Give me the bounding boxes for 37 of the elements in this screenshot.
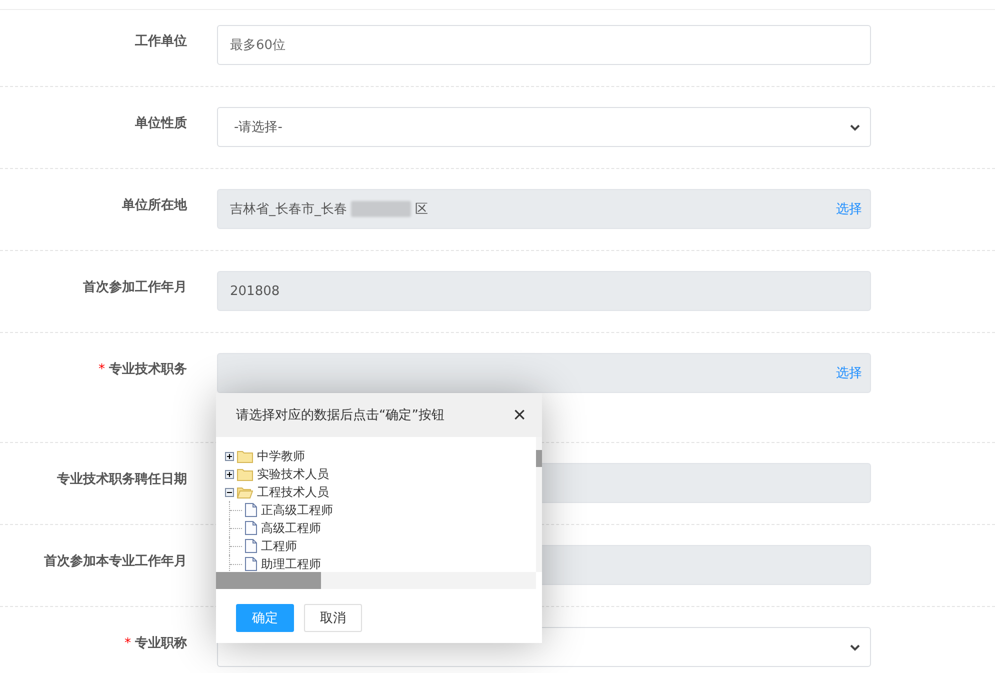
- folder-icon: [237, 486, 253, 498]
- required-mark: *: [98, 362, 105, 376]
- tree-item[interactable]: 工程师: [260, 538, 297, 554]
- readonly-field: 201808: [217, 271, 871, 311]
- tree-item[interactable]: 中学教师: [256, 448, 305, 464]
- required-mark: *: [124, 636, 131, 650]
- scrollbar[interactable]: [536, 437, 542, 572]
- field-label: 工作单位: [135, 33, 187, 50]
- field-label: 首次参加本专业工作年月: [44, 553, 187, 570]
- location-field[interactable]: 吉林省_长春市_长春 区 选择: [217, 189, 871, 229]
- field-label: 首次参加工作年月: [83, 279, 187, 296]
- collapse-icon[interactable]: [225, 488, 234, 496]
- field-label: 专业技术职务聘任日期: [57, 471, 187, 488]
- tree-item[interactable]: 助理工程师: [260, 556, 321, 572]
- field-label: 专业职称: [135, 635, 187, 652]
- chevron-icon: [850, 124, 860, 130]
- cancel-button[interactable]: 取消: [304, 604, 362, 632]
- tree-item[interactable]: 工程技术人员: [256, 484, 329, 500]
- field-label: 单位性质: [135, 115, 187, 132]
- file-icon: [245, 557, 257, 571]
- close-button[interactable]: ×: [511, 404, 528, 426]
- tree-item[interactable]: 高级工程师: [260, 520, 321, 536]
- tree-item[interactable]: 实验技术人员: [256, 466, 329, 482]
- expand-icon[interactable]: [225, 452, 234, 460]
- scrollbar[interactable]: [216, 572, 536, 589]
- tree-item[interactable]: 正高级工程师: [260, 502, 333, 518]
- file-icon: [245, 539, 257, 553]
- file-icon: [245, 521, 257, 535]
- field-label: 单位所在地: [122, 197, 187, 214]
- chevron-icon: [850, 644, 860, 650]
- input-field[interactable]: 最多60位: [217, 25, 871, 65]
- file-icon: [245, 503, 257, 517]
- dialog-title: 请选择对应的数据后点击“确定”按钮: [236, 407, 444, 424]
- select-field[interactable]: -请选择-: [217, 107, 871, 147]
- field-label: 专业技术职务: [109, 361, 187, 378]
- folder-icon: [237, 468, 253, 480]
- expand-icon[interactable]: [225, 470, 234, 478]
